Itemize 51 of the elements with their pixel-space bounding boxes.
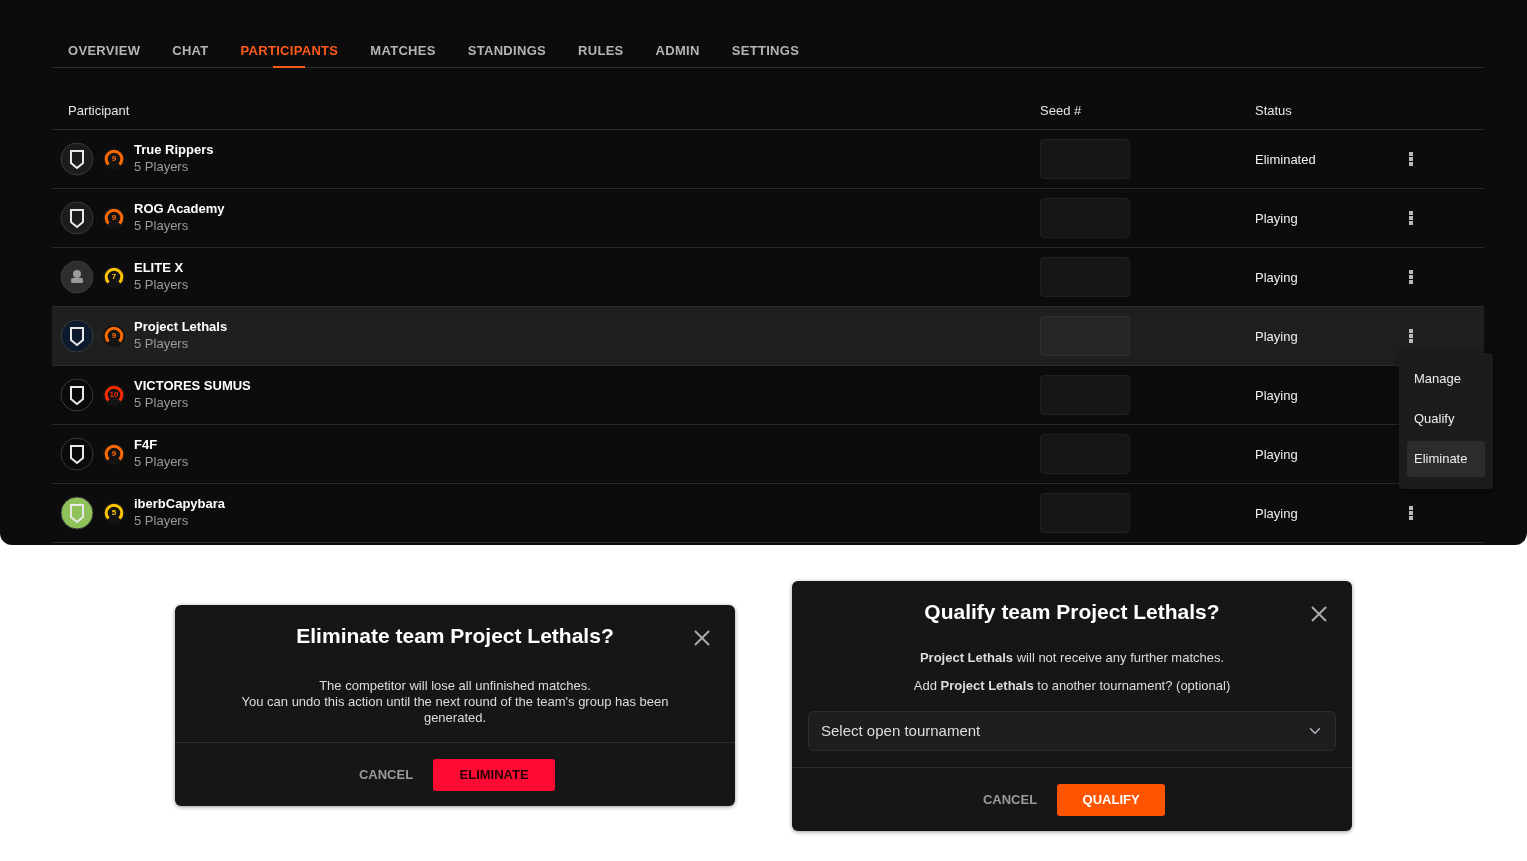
rank-number: 9 bbox=[111, 330, 117, 342]
rank-number: 7 bbox=[111, 271, 117, 283]
dialog-title: Eliminate team Project Lethals? bbox=[295, 623, 615, 649]
rank-number: 9 bbox=[111, 212, 117, 224]
tab[interactable]: ADMIN bbox=[639, 0, 716, 68]
team-name: iberbCapybara bbox=[134, 496, 226, 512]
column-header: Status bbox=[1255, 102, 1292, 118]
tab[interactable]: PARTICIPANTS bbox=[224, 0, 355, 68]
menu-item[interactable]: Manage bbox=[1407, 361, 1485, 397]
cancel-button[interactable]: CANCEL bbox=[978, 785, 1042, 814]
player-count: 5 Players bbox=[134, 158, 190, 176]
status-text: Playing bbox=[1255, 329, 1298, 344]
dialog-message: The competitor will lose all unfinished matches. You can undo this action until the next round of the team's group has been generated. bbox=[240, 678, 670, 727]
eliminate-button[interactable]: ELIMINATE bbox=[433, 758, 556, 791]
tab[interactable]: OVERVIEW bbox=[52, 0, 157, 68]
player-count: 5 Players bbox=[134, 335, 190, 353]
rank-number: 9 bbox=[111, 153, 117, 165]
tab[interactable]: CHAT bbox=[156, 0, 225, 68]
status-text: Eliminated bbox=[1255, 152, 1316, 167]
player-count: 5 Players bbox=[134, 276, 189, 294]
rank-number: 5 bbox=[111, 507, 117, 519]
player-count: 5 Players bbox=[134, 512, 190, 530]
dialog-message: Project Lethals will not receive any further matches. bbox=[918, 649, 1226, 668]
status-text: Playing bbox=[1255, 506, 1298, 521]
menu-item[interactable]: Qualify bbox=[1407, 401, 1485, 437]
team-name: Project Lethals bbox=[134, 319, 228, 335]
tab[interactable]: STANDINGS bbox=[451, 0, 563, 68]
team-name: True Rippers bbox=[134, 142, 214, 158]
column-header: Seed # bbox=[1040, 102, 1082, 118]
rank-number: 9 bbox=[111, 448, 117, 460]
status-text: Playing bbox=[1255, 211, 1298, 226]
status-text: Playing bbox=[1255, 270, 1298, 285]
menu-item[interactable]: Eliminate bbox=[1407, 441, 1485, 477]
rank-number: 10 bbox=[109, 389, 119, 401]
team-name: ELITE X bbox=[134, 260, 185, 276]
player-count: 5 Players bbox=[134, 217, 190, 235]
column-header: Participant bbox=[67, 102, 130, 118]
tab[interactable]: MATCHES bbox=[354, 0, 452, 68]
dialog-message: Add Project Lethals to another tournament? (optional) bbox=[912, 676, 1232, 695]
cancel-button[interactable]: CANCEL bbox=[354, 760, 418, 789]
tournament-select[interactable]: Select open tournament bbox=[808, 711, 1336, 752]
status-text: Playing bbox=[1255, 447, 1298, 462]
tab[interactable]: SETTINGS bbox=[715, 0, 816, 68]
status-text: Playing bbox=[1255, 388, 1298, 403]
tab[interactable]: RULES bbox=[562, 0, 640, 68]
team-name: F4F bbox=[134, 437, 159, 453]
player-count: 5 Players bbox=[134, 394, 190, 412]
team-name: VICTORES SUMUS bbox=[134, 378, 251, 394]
team-name: ROG Academy bbox=[134, 201, 225, 217]
player-count: 5 Players bbox=[134, 453, 189, 471]
dialog-title: Qualify team Project Lethals? bbox=[923, 599, 1221, 625]
